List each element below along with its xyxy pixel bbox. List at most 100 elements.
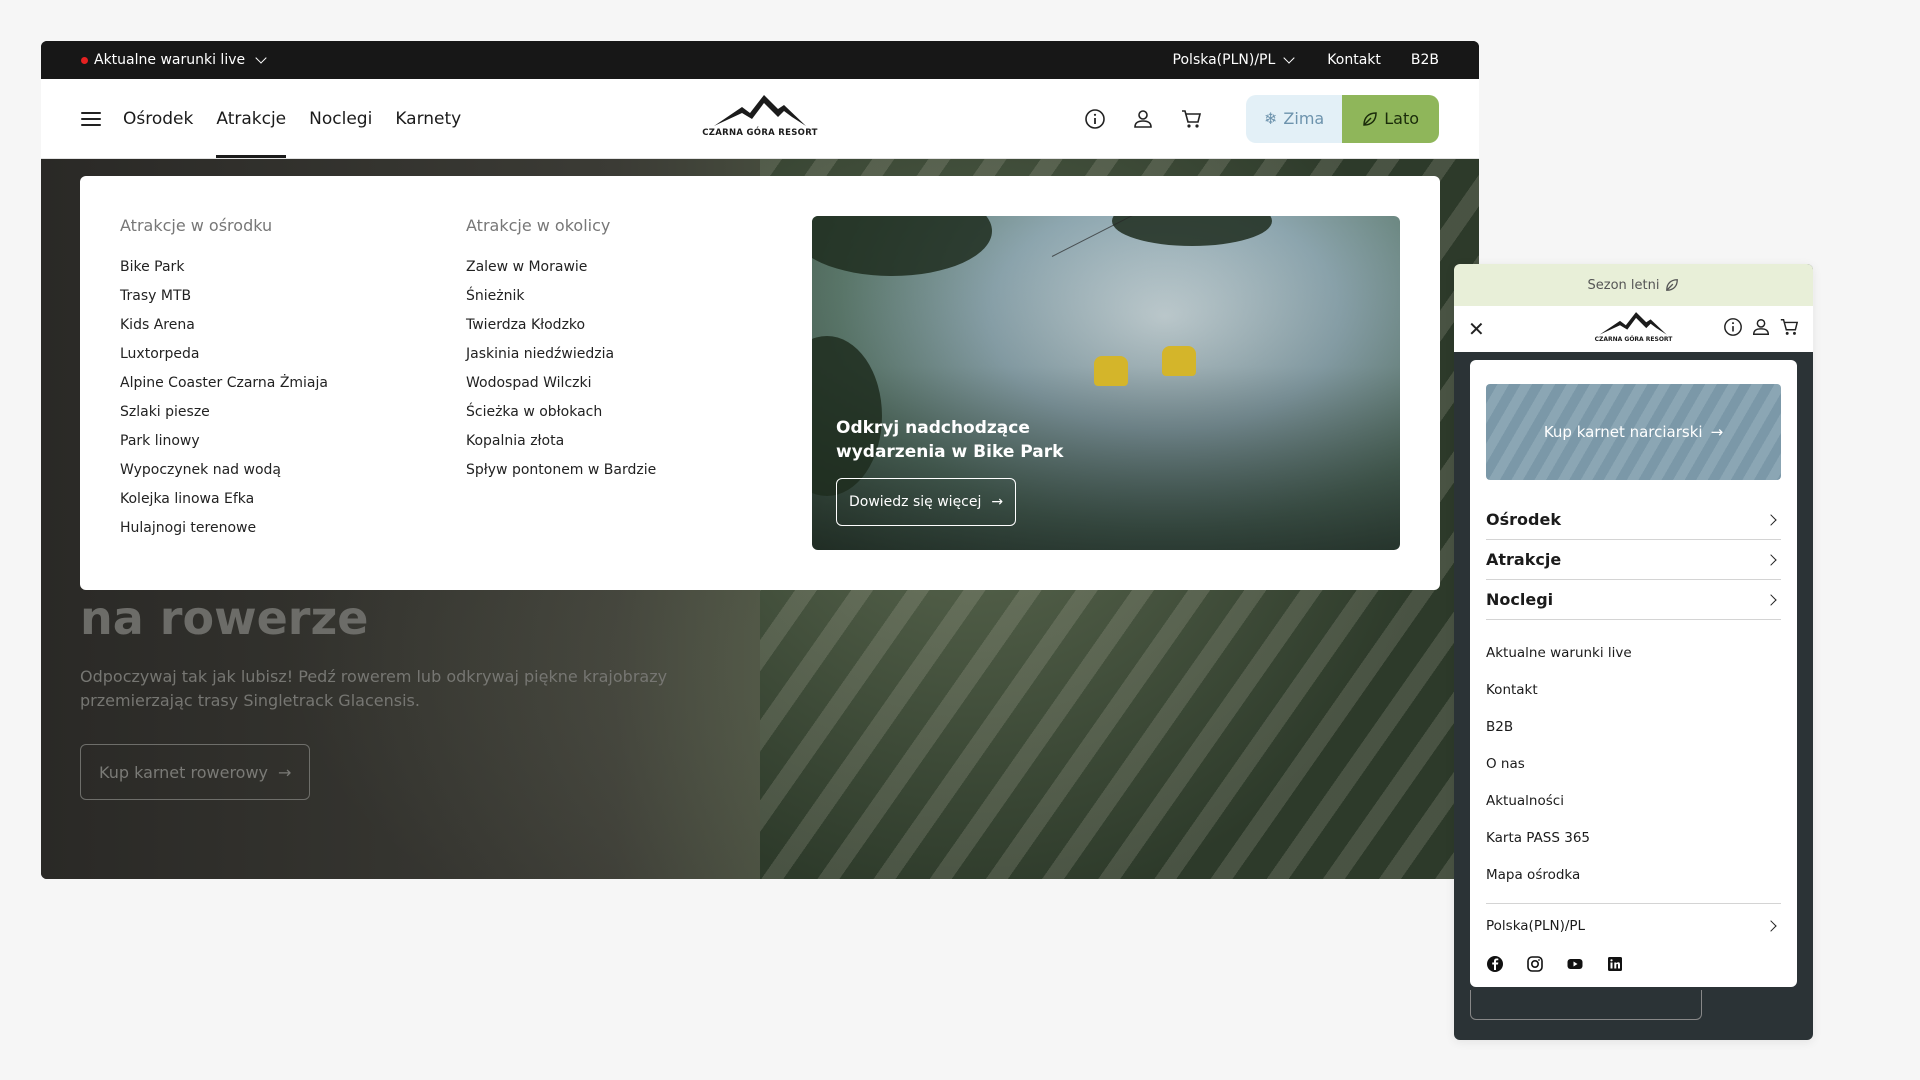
buy-bike-pass-button[interactable]: Kup karnet rowerowy →: [80, 744, 311, 800]
mobile-section-atrakcje[interactable]: Atrakcje: [1486, 540, 1781, 580]
gondola-icon: [1162, 346, 1196, 376]
mobile-season-bar[interactable]: Sezon letni: [1454, 264, 1813, 306]
mobile-link-item[interactable]: Aktualne warunki live: [1486, 634, 1781, 671]
mobile-section-noclegi[interactable]: Noclegi: [1486, 580, 1781, 620]
nearby-attractions-list: Zalew w Morawie Śnieżnik Twierdza Kłodzko J…: [466, 259, 812, 491]
youtube-icon[interactable]: [1566, 955, 1584, 977]
mobile-link-item[interactable]: Mapa ośrodka: [1486, 856, 1781, 893]
info-icon[interactable]: [1082, 106, 1108, 132]
menu-item-nearby-attraction[interactable]: Kopalnia złota: [466, 433, 812, 462]
desktop-screen: Aktualne warunki live Polska(PLN)/PL Kon…: [41, 41, 1479, 879]
live-conditions-dropdown[interactable]: Aktualne warunki live: [81, 52, 269, 68]
menu-item-resort-attraction[interactable]: Wypoczynek nad wodą: [120, 462, 466, 491]
menu-item-nearby-attraction[interactable]: Zalew w Morawie: [466, 259, 812, 288]
mountain-logo-icon: [714, 95, 806, 126]
mobile-menu-panel: Kup karnet narciarski → Ośrodek Atrakcje…: [1470, 360, 1797, 987]
nav-links: Ośrodek Atrakcje Noclegi Karnety: [123, 79, 461, 158]
season-summer-button[interactable]: Lato: [1342, 94, 1439, 143]
user-icon[interactable]: [1751, 317, 1771, 341]
menu-item-nearby-attraction[interactable]: Ścieżka w obłokach: [466, 404, 812, 433]
top-bar: Aktualne warunki live Polska(PLN)/PL Kon…: [41, 41, 1479, 79]
chevron-right-icon: [1765, 553, 1777, 566]
menu-item-nearby-attraction[interactable]: Wodospad Wilczki: [466, 375, 812, 404]
menu-item-nearby-attraction[interactable]: Spływ pontonem w Bardzie: [466, 462, 812, 491]
nav-item-osrodek[interactable]: Ośrodek: [123, 79, 193, 158]
chevron-right-icon: [1765, 513, 1777, 526]
arrow-right-icon: →: [1710, 423, 1724, 441]
social-links: [1486, 955, 1781, 977]
mobile-links-list: Aktualne warunki live Kontakt B2B O nas Aktu…: [1486, 634, 1781, 893]
menu-item-resort-attraction[interactable]: Park linowy: [120, 433, 466, 462]
menu-item-resort-attraction[interactable]: Hulajnogi terenowe: [120, 520, 466, 549]
mobile-link-item[interactable]: Kontakt: [1486, 671, 1781, 708]
col-attractions-nearby: Atrakcje w okolicy Zalew w Morawie Śnieżn…: [466, 216, 812, 550]
cart-icon[interactable]: [1178, 106, 1204, 132]
buy-ski-pass-button[interactable]: Kup karnet narciarski →: [1486, 384, 1781, 480]
menu-item-resort-attraction[interactable]: Kolejka linowa Efka: [120, 491, 466, 520]
mobile-section-osrodek[interactable]: Ośrodek: [1486, 500, 1781, 540]
mobile-link-item[interactable]: Karta PASS 365: [1486, 819, 1781, 856]
mountain-logo-icon: [1599, 312, 1668, 335]
resort-attractions-list: Bike Park Trasy MTB Kids Arena Luxtorpeda Al…: [120, 259, 466, 549]
mobile-region-selector[interactable]: Polska(PLN)/PL: [1486, 903, 1781, 947]
bike-park-promo-card[interactable]: Odkryj nadchodzące wydarzenia w Bike Par…: [812, 216, 1400, 550]
nav-item-noclegi[interactable]: Noclegi: [309, 79, 372, 158]
facebook-icon[interactable]: [1486, 955, 1504, 977]
leaf-icon: [1363, 111, 1377, 126]
user-icon[interactable]: [1130, 106, 1156, 132]
nav-item-atrakcje[interactable]: Atrakcje: [216, 79, 286, 158]
menu-item-resort-attraction[interactable]: Luxtorpeda: [120, 346, 466, 375]
learn-more-label: Dowiedz się więcej: [849, 494, 982, 510]
mobile-link-item[interactable]: B2B: [1486, 708, 1781, 745]
foliage-decor: [812, 216, 992, 276]
main-nav: Ośrodek Atrakcje Noclegi Karnety CZARNA …: [41, 79, 1479, 159]
contact-link[interactable]: Kontakt: [1327, 52, 1381, 68]
mobile-link-item[interactable]: O nas: [1486, 745, 1781, 782]
menu-item-resort-attraction[interactable]: Trasy MTB: [120, 288, 466, 317]
mobile-header: ✕ CZARNA GÓRA RESORT: [1454, 306, 1813, 352]
foliage-decor: [1112, 216, 1272, 246]
menu-icon[interactable]: [81, 111, 101, 126]
live-conditions-label: Aktualne warunki live: [94, 52, 246, 68]
arrow-right-icon: →: [278, 762, 292, 782]
mobile-link-item[interactable]: Aktualności: [1486, 782, 1781, 819]
season-label: Sezon letni: [1587, 277, 1660, 293]
cart-icon[interactable]: [1779, 317, 1799, 341]
attractions-mega-menu: Atrakcje w ośrodku Bike Park Trasy MTB Kid…: [80, 176, 1440, 590]
nav-item-karnety[interactable]: Karnety: [395, 79, 461, 158]
buy-ski-pass-label: Kup karnet narciarski: [1543, 423, 1703, 441]
resort-logo[interactable]: CZARNA GÓRA RESORT: [695, 93, 825, 138]
menu-item-resort-attraction[interactable]: Kids Arena: [120, 317, 466, 346]
mobile-screen: Sezon letni ✕ CZARNA GÓRA RESORT Kup kar…: [1454, 264, 1813, 1040]
menu-item-nearby-attraction[interactable]: Twierdza Kłodzko: [466, 317, 812, 346]
chevron-right-icon: [1765, 919, 1777, 932]
partial-button-outline: [1470, 990, 1702, 1020]
menu-item-nearby-attraction[interactable]: Śnieżnik: [466, 288, 812, 317]
col-attractions-resort: Atrakcje w ośrodku Bike Park Trasy MTB Kid…: [120, 216, 466, 550]
linkedin-icon[interactable]: [1606, 955, 1624, 977]
col-title-nearby: Atrakcje w okolicy: [466, 216, 611, 235]
logo-text: CZARNA GÓRA RESORT: [1594, 336, 1673, 343]
menu-item-nearby-attraction[interactable]: Jaskinia niedźwiedzia: [466, 346, 812, 375]
learn-more-button[interactable]: Dowiedz się więcej →: [836, 478, 1017, 526]
info-icon[interactable]: [1723, 317, 1743, 341]
region-selector[interactable]: Polska(PLN)/PL: [1173, 52, 1298, 68]
menu-item-resort-attraction[interactable]: Alpine Coaster Czarna Żmiaja: [120, 375, 466, 404]
promo-title: Odkryj nadchodzące wydarzenia w Bike Par…: [836, 418, 1064, 462]
mobile-tools: [1723, 317, 1799, 341]
season-winter-button[interactable]: ❄ Zima: [1246, 94, 1343, 143]
section-label: Ośrodek: [1486, 510, 1561, 529]
hero-title: na rowerze: [80, 591, 369, 645]
logo-text: CZARNA GÓRA RESORT: [702, 128, 818, 138]
instagram-icon[interactable]: [1526, 955, 1544, 977]
chevron-down-icon: [1283, 52, 1295, 64]
close-icon[interactable]: ✕: [1468, 317, 1485, 341]
mobile-logo[interactable]: CZARNA GÓRA RESORT: [1594, 310, 1673, 343]
nav-tools: ❄ Zima Lato: [1082, 94, 1439, 143]
season-winter-label: Zima: [1283, 109, 1325, 128]
season-summer-label: Lato: [1384, 109, 1419, 128]
b2b-link[interactable]: B2B: [1411, 52, 1439, 68]
menu-item-resort-attraction[interactable]: Szlaki piesze: [120, 404, 466, 433]
season-switch: ❄ Zima Lato: [1246, 94, 1439, 143]
menu-item-resort-attraction[interactable]: Bike Park: [120, 259, 466, 288]
